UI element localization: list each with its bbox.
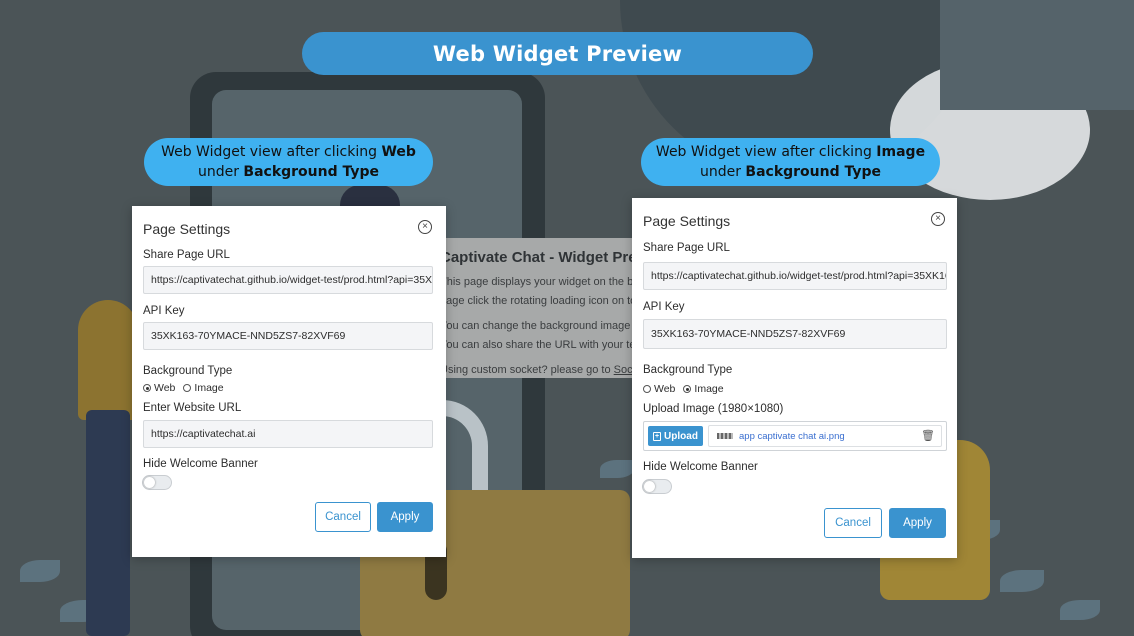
hide-banner-toggle[interactable]: [142, 475, 172, 490]
preview-line: page click the rotating loading icon on …: [440, 295, 640, 307]
radio-image-label: Image: [194, 382, 224, 394]
upload-icon: +: [653, 431, 662, 441]
preview-line: You can also share the URL with your tea…: [440, 339, 640, 351]
caption-bold: Background Type: [243, 164, 380, 180]
radio-web-label: Web: [654, 383, 676, 395]
preview-line-text: Using custom socket? please go to: [440, 364, 614, 376]
apply-button[interactable]: Apply: [889, 508, 946, 538]
trash-icon[interactable]: 🗑: [921, 429, 935, 442]
close-icon[interactable]: ×: [931, 212, 945, 226]
share-url-field[interactable]: https://captivatechat.github.io/widget-t…: [643, 262, 947, 290]
leaf-shape: [20, 560, 60, 582]
share-url-field[interactable]: https://captivatechat.github.io/widget-t…: [143, 266, 433, 294]
api-key-field[interactable]: 35XK163-70YMACE-NND5ZS7-82XVF69: [143, 322, 433, 350]
dialog-title: Page Settings: [643, 213, 731, 229]
caption-bold: Image: [876, 144, 926, 160]
image-thumbnail-icon: [717, 433, 733, 439]
widget-preview-page: Captivate Chat - Widget Preview This pag…: [440, 238, 640, 378]
background-type-label: Background Type: [643, 364, 733, 376]
file-name: app captivate chat ai.png: [739, 430, 845, 442]
preview-line: This page displays your widget on the bo…: [440, 276, 640, 288]
website-url-field[interactable]: https://captivatechat.ai: [143, 420, 433, 448]
background-type-radios: Web Image: [643, 383, 724, 395]
leaf-shape: [1000, 570, 1044, 592]
page-settings-dialog-web: Page Settings × Share Page URL https://c…: [132, 206, 446, 557]
preview-line: You can change the background image and: [440, 320, 640, 332]
caption-text: Web Widget view after clicking: [655, 144, 877, 160]
background-type-radios: Web Image: [143, 382, 224, 394]
hide-banner-label: Hide Welcome Banner: [643, 461, 758, 473]
caption-bold: Web: [381, 144, 416, 160]
apply-button[interactable]: Apply: [377, 502, 433, 532]
website-url-label: Enter Website URL: [143, 402, 242, 414]
close-icon[interactable]: ×: [418, 220, 432, 234]
radio-image[interactable]: Image: [683, 383, 724, 395]
api-key-field[interactable]: 35XK163-70YMACE-NND5ZS7-82XVF69: [643, 319, 947, 349]
radio-image[interactable]: Image: [183, 382, 224, 394]
share-url-label: Share Page URL: [143, 249, 230, 261]
share-url-label: Share Page URL: [643, 242, 730, 254]
caption-text: Web Widget view after clicking: [161, 144, 382, 160]
caption-bold: Background Type: [745, 164, 882, 180]
hide-banner-label: Hide Welcome Banner: [143, 458, 258, 470]
leaf-shape: [600, 460, 634, 478]
upload-image-label: Upload Image (1980×1080): [643, 403, 784, 415]
leaf-shape: [1060, 600, 1100, 620]
cancel-button[interactable]: Cancel: [824, 508, 882, 538]
api-key-label: API Key: [643, 301, 685, 313]
person-center-head: [340, 185, 400, 207]
radio-web-label: Web: [154, 382, 176, 394]
caption-text: under: [197, 164, 244, 180]
preview-page-title: Captivate Chat - Widget Preview: [440, 249, 640, 266]
corner-shape: [940, 0, 1134, 110]
radio-web[interactable]: Web: [643, 383, 675, 395]
radio-web-button[interactable]: [143, 384, 151, 392]
file-name-box: app captivate chat ai.png 🗑: [708, 425, 942, 447]
dialog-title: Page Settings: [143, 221, 231, 237]
upload-row: + Upload app captivate chat ai.png 🗑: [643, 421, 947, 451]
radio-web-button[interactable]: [643, 385, 651, 393]
preview-line: Using custom socket? please go to Socket: [440, 361, 640, 378]
upload-button-label: Upload: [664, 430, 698, 442]
radio-image-button[interactable]: [183, 384, 192, 392]
caption-text: under: [699, 164, 746, 180]
hide-banner-toggle[interactable]: [642, 479, 672, 494]
caption-web: Web Widget view after clicking Web under…: [144, 138, 433, 186]
page-settings-dialog-image: Page Settings × Share Page URL https://c…: [632, 198, 957, 558]
upload-button[interactable]: + Upload: [648, 426, 703, 446]
radio-image-button[interactable]: [683, 385, 692, 393]
api-key-label: API Key: [143, 305, 185, 317]
radio-image-label: Image: [694, 383, 724, 395]
radio-web[interactable]: Web: [143, 382, 175, 394]
page-title-banner: Web Widget Preview: [302, 32, 813, 75]
person-left-legs: [86, 410, 130, 636]
cancel-button[interactable]: Cancel: [315, 502, 371, 532]
person-left-body: [78, 300, 138, 420]
caption-image: Web Widget view after clicking Image und…: [641, 138, 940, 186]
background-type-label: Background Type: [143, 365, 233, 377]
